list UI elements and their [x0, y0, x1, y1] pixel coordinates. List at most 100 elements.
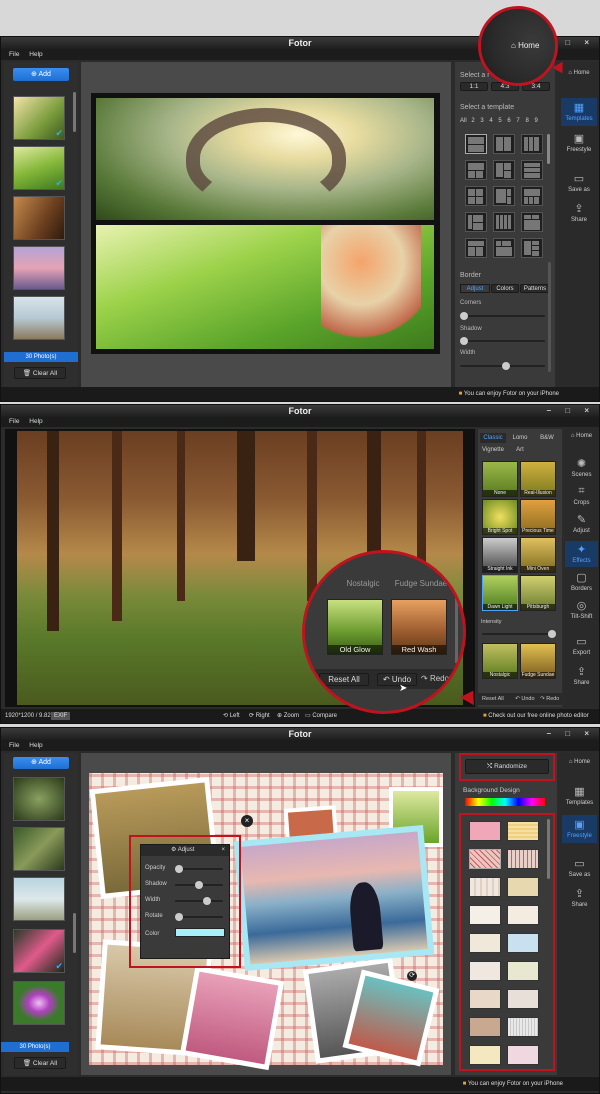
- bg-pattern[interactable]: [469, 1017, 501, 1037]
- bg-pattern[interactable]: [507, 989, 539, 1009]
- bg-pattern[interactable]: [507, 1017, 539, 1037]
- tool-left[interactable]: ⟲ Left: [223, 709, 240, 723]
- close-icon[interactable]: ×: [221, 845, 225, 856]
- exif-button[interactable]: EXIF: [51, 712, 71, 720]
- bg-scrollbar[interactable]: [547, 819, 550, 879]
- photo-thumb[interactable]: [13, 877, 65, 921]
- bg-pattern[interactable]: [469, 933, 501, 953]
- undo-button[interactable]: ↶ Undo: [515, 696, 534, 702]
- template-thumb[interactable]: [493, 160, 515, 180]
- tab-classic[interactable]: Classic: [480, 433, 506, 443]
- template-thumb[interactable]: [465, 134, 487, 154]
- nav-templates[interactable]: ▦ Templates: [560, 785, 599, 811]
- nav-home[interactable]: ⌂ Home: [559, 70, 599, 84]
- bg-pattern[interactable]: [507, 961, 539, 981]
- zoomed-redo-button[interactable]: ↷ Redo: [421, 673, 461, 686]
- template-thumb[interactable]: [493, 186, 515, 206]
- clear-all-button[interactable]: 🗑 Clear All: [14, 367, 66, 379]
- add-button[interactable]: ⊕ Add: [13, 68, 69, 81]
- template-thumb[interactable]: [465, 186, 487, 206]
- zoomed-home-button[interactable]: ⌂ Home: [511, 41, 539, 50]
- menu-file[interactable]: File: [9, 51, 19, 58]
- photo-thumb[interactable]: [13, 981, 65, 1025]
- tab-bw[interactable]: B&W: [534, 433, 560, 443]
- effect-straight-ink[interactable]: Straight Ink: [482, 537, 518, 573]
- effect-none[interactable]: None: [482, 461, 518, 497]
- redo-button[interactable]: ↷ Redo: [540, 696, 559, 702]
- tab-4[interactable]: 4: [489, 118, 492, 124]
- effect-real-illusion[interactable]: Real-Illusion: [520, 461, 556, 497]
- tab-5[interactable]: 5: [498, 118, 501, 124]
- tab-vignette[interactable]: Vignette: [480, 445, 506, 455]
- template-thumb[interactable]: [493, 212, 515, 232]
- nav-effects[interactable]: ✦ Effects: [565, 541, 598, 567]
- photo-thumb[interactable]: [13, 827, 65, 871]
- bg-pattern[interactable]: [507, 877, 539, 897]
- effect-mini-oven[interactable]: Mini Oven: [520, 537, 556, 573]
- rotate-slider[interactable]: [175, 913, 223, 921]
- tab-colors[interactable]: Colors: [491, 284, 519, 293]
- bg-pattern[interactable]: [507, 821, 539, 841]
- menu-help[interactable]: Help: [29, 742, 42, 749]
- shadow-slider[interactable]: [175, 881, 223, 889]
- nav-share[interactable]: ⇪ Share: [560, 887, 599, 913]
- bg-pattern[interactable]: [507, 933, 539, 953]
- tab-all[interactable]: All: [460, 118, 467, 124]
- template-thumb[interactable]: [465, 212, 487, 232]
- bg-pattern[interactable]: [469, 1045, 501, 1065]
- zoomed-reset-all-button[interactable]: Reset All: [319, 673, 369, 686]
- photo-thumb[interactable]: ✔: [13, 96, 65, 140]
- zoomed-undo-button[interactable]: ↶ Undo: [377, 673, 417, 686]
- panel-scrollbar[interactable]: [548, 262, 551, 372]
- bg-pattern[interactable]: [469, 961, 501, 981]
- bg-pattern[interactable]: [507, 905, 539, 925]
- template-scrollbar[interactable]: [547, 134, 550, 164]
- tool-zoom[interactable]: ⊕ Zoom: [277, 709, 299, 723]
- randomize-button[interactable]: ⤭ Randomize: [465, 759, 549, 774]
- window-controls[interactable]: – □ ×: [547, 405, 595, 417]
- rotate-handle-icon[interactable]: ⟳: [407, 971, 417, 981]
- nav-tilt-shift[interactable]: ◎ Tilt-Shift: [564, 599, 599, 623]
- effect-dawn-light[interactable]: Dawn Light: [482, 575, 518, 611]
- nav-share[interactable]: ⇪ Share: [564, 665, 599, 689]
- collage-photo[interactable]: [179, 965, 285, 1071]
- effect-fudge-sundae[interactable]: Fudge Sundae: [520, 643, 556, 679]
- reset-all-button[interactable]: Reset All: [482, 696, 504, 702]
- nav-borders[interactable]: ▢ Borders: [564, 571, 599, 595]
- tab-art[interactable]: Art: [507, 445, 533, 455]
- strip-scrollbar[interactable]: [73, 913, 76, 953]
- tab-lomo[interactable]: Lomo: [507, 433, 533, 443]
- photo-thumb[interactable]: [13, 246, 65, 290]
- nav-adjust[interactable]: ✎ Adjust: [564, 513, 599, 537]
- window-controls[interactable]: – □ ×: [547, 728, 595, 740]
- bg-pattern[interactable]: [469, 905, 501, 925]
- effect-precious-time[interactable]: Precious Time: [520, 499, 556, 535]
- tool-compare[interactable]: ▭ Compare: [305, 709, 337, 723]
- template-thumb[interactable]: [465, 238, 487, 258]
- photo-thumb[interactable]: [13, 777, 65, 821]
- clear-all-button[interactable]: 🗑 Clear All: [14, 1057, 66, 1069]
- intensity-slider[interactable]: [482, 630, 556, 638]
- nav-home[interactable]: ⌂ Home: [560, 759, 599, 771]
- bg-pattern[interactable]: [469, 821, 501, 841]
- tab-3[interactable]: 3: [480, 118, 483, 124]
- tool-right[interactable]: ⟳ Right: [249, 709, 270, 723]
- tab-2[interactable]: 2: [471, 118, 474, 124]
- template-thumb[interactable]: [521, 134, 543, 154]
- shadow-slider[interactable]: [460, 337, 545, 345]
- opacity-slider[interactable]: [175, 865, 223, 873]
- effect-pittsburgh[interactable]: Pittsburgh: [520, 575, 556, 611]
- tab-patterns[interactable]: Patterns: [520, 284, 550, 293]
- photo-thumb[interactable]: [13, 196, 65, 240]
- nav-templates[interactable]: ▦ Templates: [561, 98, 597, 126]
- width-slider[interactable]: [175, 897, 223, 905]
- zoomed-effect-old-glow[interactable]: Old Glow: [327, 599, 383, 655]
- nav-home[interactable]: ⌂ Home: [564, 433, 599, 445]
- nav-crops[interactable]: ⌗ Crops: [564, 485, 599, 509]
- collage-photo-bottom[interactable]: [96, 225, 434, 349]
- menu-help[interactable]: Help: [29, 51, 42, 58]
- effect-nostalgic[interactable]: Nostalgic: [482, 643, 518, 679]
- photo-thumb[interactable]: [13, 296, 65, 340]
- tab-8[interactable]: 8: [525, 118, 528, 124]
- color-swatch[interactable]: [175, 928, 225, 937]
